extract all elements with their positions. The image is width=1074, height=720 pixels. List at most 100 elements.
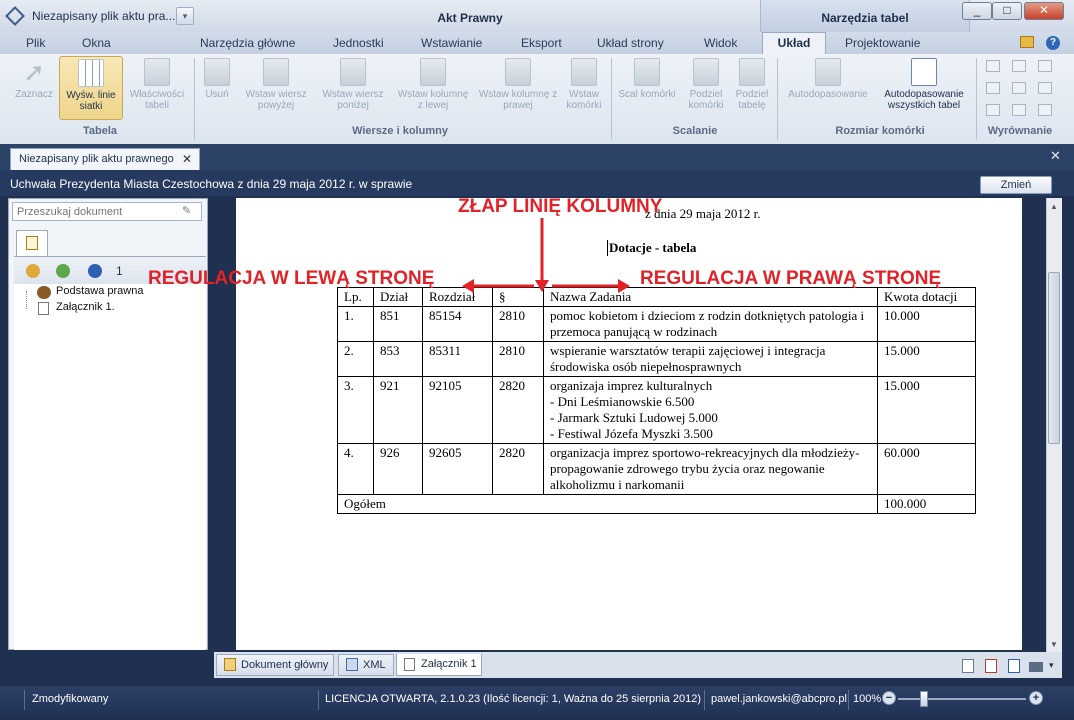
table-cell[interactable]: 92605 [422,443,493,495]
tab-widok[interactable]: Widok [704,36,737,54]
zoom-slider-thumb[interactable] [920,691,928,707]
align-top-right-icon[interactable] [1038,60,1052,72]
minimize-button[interactable]: _ [962,2,992,20]
table-cell[interactable]: 2. [337,341,374,377]
wstaw-wiersz-ponizej-button[interactable]: Wstaw wiersz poniżej [316,58,390,120]
tab-wstawianie[interactable]: Wstawianie [421,36,482,54]
table-header-cell[interactable]: Dział [373,287,423,307]
table-total-row: Ogółem 100.000 [337,494,976,514]
tab-uklad[interactable]: Układ [762,32,826,55]
wstaw-wiersz-powyzej-button[interactable]: Wstaw wiersz powyżej [240,58,312,120]
export-pdf-icon[interactable] [985,659,997,673]
table-total-label[interactable]: Ogółem [337,494,878,514]
table-cell[interactable]: 85154 [422,306,493,342]
wysw-linie-siatki-button[interactable]: Wyśw. linie siatki [59,56,123,120]
table-cell[interactable]: 2810 [492,341,544,377]
table-cell[interactable]: 2820 [492,376,544,444]
table-cell[interactable]: 926 [373,443,423,495]
close-window-button[interactable]: ✕ [1024,2,1064,20]
tab-eksport[interactable]: Eksport [521,36,562,54]
table-cell[interactable]: pomoc kobietom i dzieciom z rodzin dotkn… [543,306,878,342]
tree-item-zalacznik[interactable]: Załącznik 1. [56,301,115,313]
document-heading: Uchwała Prezydenta Miasta Czestochowa z … [10,177,413,191]
table-cell[interactable]: 921 [373,376,423,444]
export-doc-icon[interactable] [962,659,974,673]
tab-jednostki[interactable]: Jednostki [333,36,384,54]
wstaw-kolumne-z-lewej-button[interactable]: Wstaw kolumnę z lewej [394,58,472,120]
close-tab-icon[interactable]: ✕ [182,152,192,166]
wlasciwosci-tabeli-button[interactable]: Właściwości tabeli [126,58,188,120]
table-cell[interactable]: organizacja imprez sportowo-rekreacyjnyc… [543,443,878,495]
zoom-out-button[interactable]: − [882,691,896,705]
table-header-cell[interactable]: Lp. [337,287,374,307]
tab-projektowanie[interactable]: Projektowanie [845,36,920,54]
preview-icon[interactable] [1029,662,1043,672]
structure-tab[interactable] [16,230,48,256]
align-bottom-center-icon[interactable] [1012,104,1026,116]
table-cell[interactable]: 1. [337,306,374,342]
podziel-komorki-button[interactable]: Podziel komórki [682,58,730,120]
table-cell[interactable]: 60.000 [877,443,976,495]
align-middle-center-icon[interactable] [1012,82,1026,94]
align-top-center-icon[interactable] [1012,60,1026,72]
align-bottom-right-icon[interactable] [1038,104,1052,116]
align-top-left-icon[interactable] [986,60,1000,72]
search-icon[interactable]: ✎ [182,204,198,218]
tab-plik[interactable]: Plik [26,36,45,54]
table-row: 4. 926 92605 2820 organizacja imprez spo… [337,443,976,495]
tab-narzedzia-glowne[interactable]: Narzędzia główne [200,36,295,54]
table-cell[interactable]: 2810 [492,306,544,342]
refresh-icon[interactable] [88,264,102,278]
scroll-up-icon[interactable]: ▲ [1050,202,1058,211]
tab-okna[interactable]: Okna [82,36,111,54]
table-cell[interactable]: organizaja imprez kulturalnych - Dni Leś… [543,376,878,444]
folder-icon[interactable] [1020,36,1034,48]
table-cell[interactable]: wspieranie warsztatów terapii zajęciowej… [543,341,878,377]
table-total-value[interactable]: 100.000 [877,494,976,514]
tree-connector [26,291,27,309]
align-middle-left-icon[interactable] [986,82,1000,94]
search-input[interactable] [12,202,202,221]
table-cell[interactable]: 2820 [492,443,544,495]
table-cell[interactable]: 92105 [422,376,493,444]
export-xml-icon[interactable] [1008,659,1020,673]
table-cell[interactable]: 851 [373,306,423,342]
move-up-icon[interactable] [56,264,70,278]
element-count: 1 [116,264,123,278]
table-cell[interactable]: 3. [337,376,374,444]
zoom-in-button[interactable]: + [1029,691,1043,705]
table-cell[interactable]: 15.000 [877,376,976,444]
help-icon[interactable]: ? [1046,36,1060,50]
tab-uklad-strony[interactable]: Układ strony [597,36,664,54]
data-table[interactable]: Lp. Dział Rozdział § Nazwa Zadania Kwota… [337,287,976,514]
table-cell[interactable]: 10.000 [877,306,976,342]
align-bottom-left-icon[interactable] [986,104,1000,116]
zaznacz-button[interactable]: ➚ Zaznacz [12,58,56,120]
tabs-menu-icon[interactable]: ▾ [1049,660,1054,671]
arrow-down-head [535,280,549,292]
wstaw-kolumne-z-prawej-button[interactable]: Wstaw kolumnę z prawej [476,58,560,120]
align-middle-right-icon[interactable] [1038,82,1052,94]
table-cell[interactable]: 853 [373,341,423,377]
scrollbar-thumb[interactable] [1048,272,1060,444]
close-document-icon[interactable]: ✕ [1050,148,1061,164]
autodopasowanie-wszystkich-tabel-button[interactable]: Autodopasowanie wszystkich tabel [878,58,970,120]
cursor-icon: ➚ [23,57,45,87]
table-cell[interactable]: 15.000 [877,341,976,377]
autodopasowanie-button[interactable]: Autodopasowanie [782,58,874,120]
podziel-tabele-button[interactable]: Podziel tabelę [732,58,772,120]
table-cell[interactable]: 4. [337,443,374,495]
add-element-icon[interactable] [26,264,40,278]
document-tab[interactable]: Niezapisany plik aktu prawnego [10,148,200,170]
split-table-icon [739,58,765,86]
table-cell[interactable]: 85311 [422,341,493,377]
usun-button[interactable]: Usuń [198,58,236,120]
scroll-down-icon[interactable]: ▼ [1050,640,1058,649]
table-header-cell[interactable]: Kwota dotacji [877,287,976,307]
zoom-slider[interactable] [898,698,1026,700]
zmien-button[interactable]: Zmień [980,176,1052,194]
scal-komorki-button[interactable]: Scal komórki [616,58,678,120]
maximize-button[interactable]: □ [992,2,1022,20]
tree-item-podstawa-prawna[interactable]: Podstawa prawna [56,285,143,297]
wstaw-komorki-button[interactable]: Wstaw komórki [562,58,606,120]
